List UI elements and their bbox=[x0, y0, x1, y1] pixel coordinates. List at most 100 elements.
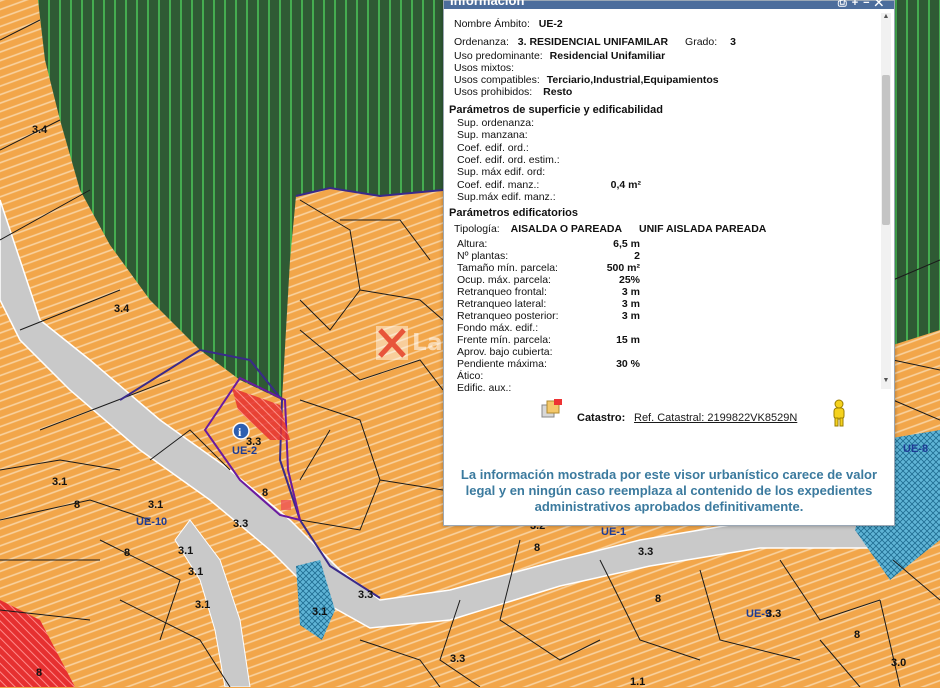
edificatorio-label: Frente mín. parcela: bbox=[457, 334, 551, 346]
edificatorio-label: Altura: bbox=[457, 238, 488, 250]
zone-label: 3.3 bbox=[358, 589, 374, 601]
zone-label: 8 bbox=[655, 593, 662, 605]
zone-label: 3.3 bbox=[450, 653, 466, 665]
info-panel[interactable]: Información ⎙+−✕ Nombre Ámbito: UE-2 Ord… bbox=[443, 0, 895, 526]
superficie-label: Coef. edif. ord. estim.: bbox=[457, 153, 560, 166]
ambito-value: UE-2 bbox=[538, 18, 563, 30]
scroll-up-icon[interactable]: ▲ bbox=[881, 13, 891, 23]
panel-title: Información bbox=[450, 0, 525, 8]
edificatorio-value: 3 m bbox=[621, 310, 640, 322]
ambito-label: Nombre Ámbito: bbox=[454, 18, 530, 30]
edificatorio-label: Nº plantas: bbox=[457, 250, 509, 262]
scroll-down-icon[interactable]: ▼ bbox=[881, 377, 891, 387]
ordenanza-value: 3. RESIDENCIAL UNIFAMILAR bbox=[517, 36, 669, 48]
uso-pred-value: Residencial Unifamiliar bbox=[549, 50, 666, 62]
zone-label: 3.1 bbox=[195, 599, 211, 611]
superficie-label: Sup. manzana: bbox=[457, 129, 528, 142]
edificatorio-value: 2 bbox=[634, 250, 640, 262]
zone-label: UE-8 bbox=[903, 443, 929, 455]
edificatorio-value: 3 m bbox=[621, 298, 640, 310]
edificatorio-value: 15 m bbox=[616, 334, 640, 346]
edificatorio-label: Aprov. bajo cubierta: bbox=[457, 346, 553, 358]
zone-label: 3.0 bbox=[891, 657, 907, 669]
grado-label: Grado: bbox=[685, 36, 718, 48]
panel-scroll-area[interactable]: Nombre Ámbito: UE-2 Ordenanza: 3. RESIDE… bbox=[444, 9, 894, 391]
superficie-label: Coef. edif. ord.: bbox=[457, 141, 529, 154]
tipologia-label: Tipología: bbox=[454, 223, 500, 235]
zone-label: 1.1 bbox=[630, 676, 646, 688]
small-red-marker bbox=[281, 500, 291, 510]
catastro-bar: Catastro: Ref. Catastral: 2199822VK8529N bbox=[444, 395, 894, 453]
usos-compat-value: Terciario,Industrial,Equipamientos bbox=[546, 74, 719, 86]
watermark-logo-icon bbox=[376, 326, 408, 360]
zone-label: UE-1 bbox=[601, 526, 627, 538]
edificatorio-label: Retranqueo frontal: bbox=[457, 286, 547, 298]
zone-label: 3.1 bbox=[52, 476, 68, 488]
tipologia-value-2: UNIF AISLADA PAREADA bbox=[639, 223, 767, 235]
catastro-label: Catastro: bbox=[577, 412, 626, 424]
zone-label: 3.3 bbox=[638, 546, 654, 558]
ordenanza-row: Ordenanza: 3. RESIDENCIAL UNIFAMILAR Gra… bbox=[454, 36, 736, 48]
zone-label: 8 bbox=[534, 542, 541, 554]
edificatorio-value: 6,5 m bbox=[613, 238, 640, 250]
zone-label: 3.1 bbox=[178, 545, 194, 557]
edificatorio-label: Edific. aux.: bbox=[457, 382, 512, 391]
superficie-label: Sup. máx edif. ord: bbox=[457, 166, 546, 179]
zone-label: UE-2 bbox=[232, 445, 258, 457]
usos-mixtos-row: Usos mixtos: bbox=[454, 62, 514, 74]
zone-label: 3.3 bbox=[766, 608, 782, 620]
scrollbar-thumb[interactable] bbox=[882, 75, 890, 225]
panel-titlebar[interactable]: Información ⎙+−✕ bbox=[444, 0, 894, 9]
green-protected-zone-right bbox=[893, 0, 940, 345]
edificatorio-label: Ocup. máx. parcela: bbox=[457, 274, 551, 286]
superficie-label: Coef. edif. manz.: bbox=[457, 178, 540, 191]
usos-prohib-value: Resto bbox=[543, 86, 573, 98]
edificatorio-value: 500 m² bbox=[606, 262, 640, 274]
close-icon[interactable]: ✕ bbox=[875, 0, 888, 9]
edificatorio-label: Ático: bbox=[457, 370, 484, 382]
zone-label: 3.4 bbox=[32, 124, 48, 136]
zone-label: UE-10 bbox=[136, 516, 168, 528]
zone-label: 3.1 bbox=[148, 499, 164, 511]
ambito-row: Nombre Ámbito: UE-2 bbox=[454, 18, 563, 30]
zone-label: 8 bbox=[74, 499, 81, 511]
minus-icon[interactable]: − bbox=[863, 0, 874, 9]
superficie-value: 0,4 m² bbox=[610, 178, 641, 191]
zone-label: 3.3 bbox=[233, 518, 249, 530]
edificatorio-label: Retranqueo posterior: bbox=[457, 310, 559, 322]
zone-label: 8 bbox=[124, 547, 131, 559]
section-edificatorios: Parámetros edificatorios bbox=[449, 207, 578, 219]
usos-compat-row: Usos compatibles: Terciario,Industrial,E… bbox=[454, 74, 719, 86]
pegman-icon[interactable] bbox=[831, 399, 847, 427]
zone-label: 3.1 bbox=[312, 606, 328, 618]
superficie-label: Sup.máx edif. manz.: bbox=[457, 190, 556, 203]
edificatorio-label: Fondo máx. edif.: bbox=[457, 322, 539, 334]
panel-scrollbar[interactable]: ▲ ▼ bbox=[881, 13, 891, 389]
catastro-link[interactable]: Ref. Catastral: 2199822VK8529N bbox=[634, 412, 797, 424]
superficie-label: Sup. ordenanza: bbox=[457, 117, 535, 129]
edificatorio-value: 3 m bbox=[621, 286, 640, 298]
usos-prohib-row: Usos prohibidos: Resto bbox=[454, 86, 572, 98]
grado-value: 3 bbox=[730, 36, 736, 48]
edificatorio-label: Retranqueo lateral: bbox=[457, 298, 547, 310]
plus-icon[interactable]: + bbox=[852, 0, 863, 9]
print-icon[interactable]: ⎙ bbox=[838, 0, 852, 9]
zone-label: 8 bbox=[262, 487, 269, 499]
edificatorio-label: Pendiente máxima: bbox=[457, 358, 547, 370]
section-superficie: Parámetros de superficie y edificabilida… bbox=[449, 104, 663, 116]
tipologia-row: Tipología: AISALDA O PAREADA UNIF AISLAD… bbox=[454, 223, 766, 235]
legal-notice: La información mostrada por este visor u… bbox=[460, 467, 878, 514]
ordenanza-label: Ordenanza: bbox=[454, 36, 509, 48]
usos-mixtos-label: Usos mixtos: bbox=[454, 62, 515, 74]
usos-prohib-label: Usos prohibidos: bbox=[454, 86, 533, 98]
edificatorio-label: Tamaño mín. parcela: bbox=[457, 262, 558, 274]
uso-pred-row: Uso predominante: Residencial Unifamilia… bbox=[454, 50, 665, 62]
edificatorio-value: 30 % bbox=[616, 358, 640, 370]
uso-pred-label: Uso predominante: bbox=[454, 50, 543, 62]
zone-label: 8 bbox=[854, 629, 861, 641]
edificatorio-value: 25% bbox=[618, 274, 640, 286]
usos-compat-label: Usos compatibles: bbox=[454, 74, 540, 86]
layers-icon[interactable] bbox=[540, 398, 566, 422]
zone-label: 3.1 bbox=[188, 566, 204, 578]
zone-label: 3.4 bbox=[114, 303, 130, 315]
